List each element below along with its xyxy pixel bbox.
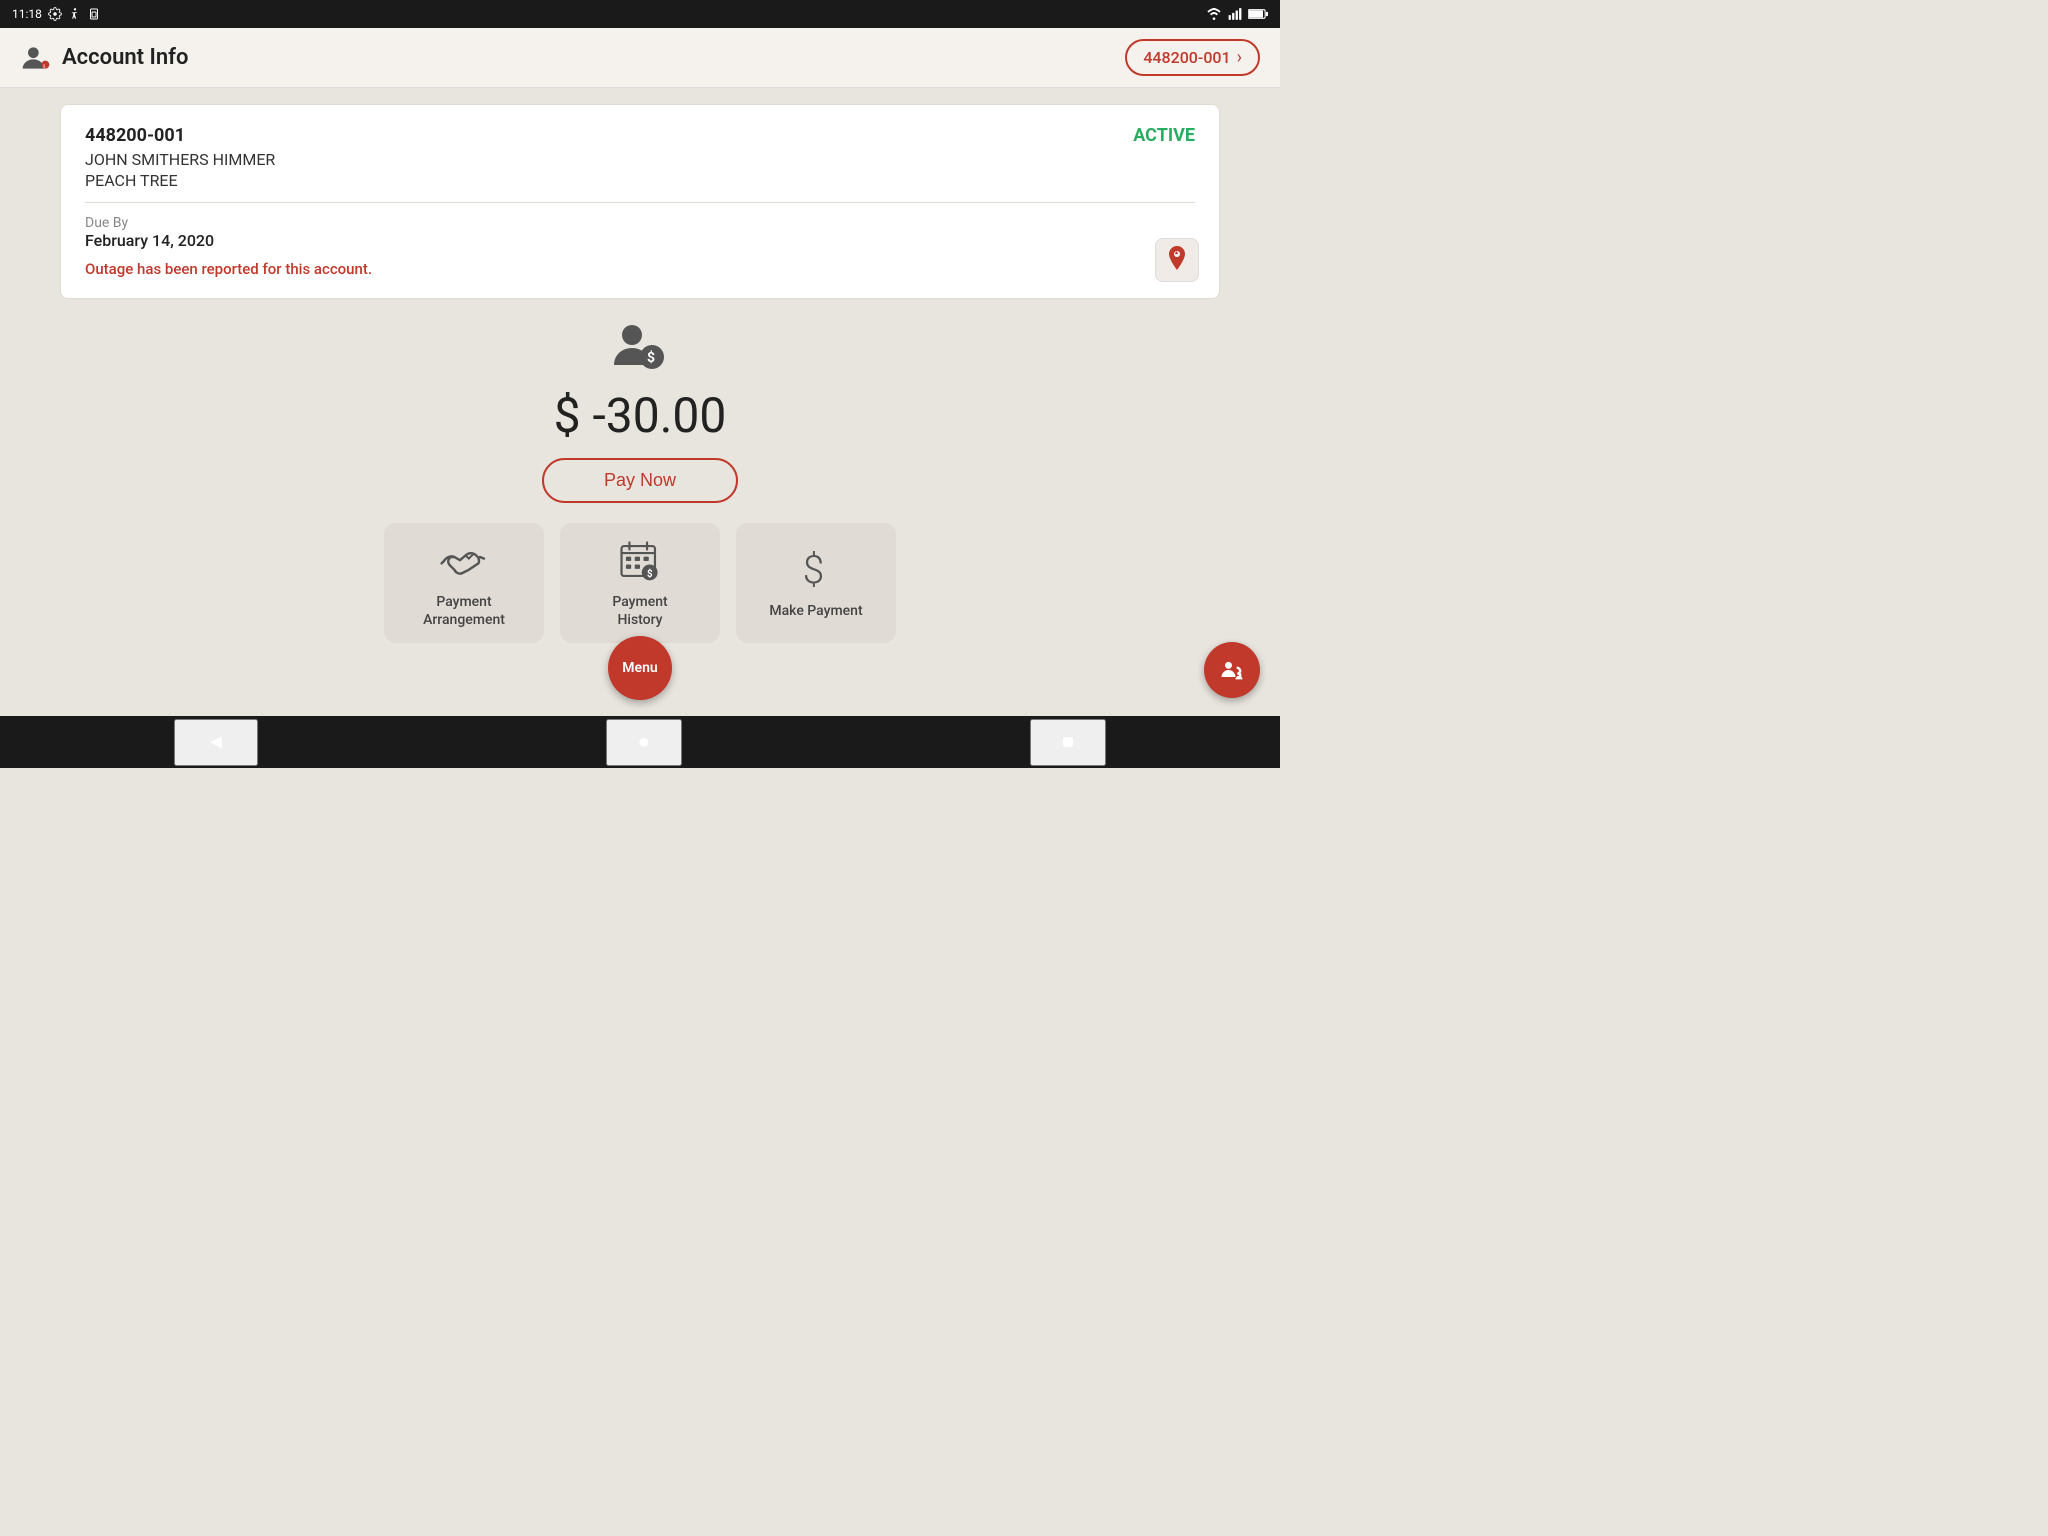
status-bar-left: 11:18 xyxy=(12,7,100,21)
menu-fab-label: Menu xyxy=(622,660,657,676)
android-nav-bar: ◄ ● ■ xyxy=(0,716,1280,768)
nav-recent-button[interactable]: ■ xyxy=(1030,719,1106,766)
payment-history-label: PaymentHistory xyxy=(612,593,667,629)
balance-amount: $ -30.00 xyxy=(554,387,727,444)
status-bar: 11:18 xyxy=(0,0,1280,28)
wifi-icon xyxy=(1206,8,1222,20)
main-content: 448200-001 ACTIVE JOHN SMITHERS HIMMER P… xyxy=(0,88,1280,716)
handshake-icon xyxy=(440,537,488,585)
make-payment-label: Make Payment xyxy=(769,602,862,620)
payment-arrangement-button[interactable]: PaymentArrangement xyxy=(384,523,544,643)
outage-message: Outage has been reported for this accoun… xyxy=(85,260,1195,278)
chevron-right-icon: › xyxy=(1237,47,1242,68)
outage-location-button[interactable] xyxy=(1155,238,1199,282)
nav-back-button[interactable]: ◄ xyxy=(174,719,258,766)
account-status: ACTIVE xyxy=(1133,125,1195,146)
contact-fab-button[interactable] xyxy=(1204,642,1260,698)
dollar-sign-icon: $ xyxy=(792,546,840,594)
sim-icon xyxy=(88,7,100,21)
outage-pin-icon xyxy=(1165,246,1189,274)
due-by-label: Due By xyxy=(85,215,1195,231)
nav-home-button[interactable]: ● xyxy=(606,719,682,766)
account-location: PEACH TREE xyxy=(85,171,1195,190)
account-icon: i xyxy=(20,42,52,74)
accessibility-icon xyxy=(68,7,82,21)
app-bar-left: i Account Info xyxy=(20,42,188,74)
balance-section: $ $ -30.00 Pay Now xyxy=(60,319,1220,503)
calendar-dollar-icon: $ xyxy=(616,537,664,585)
menu-fab-button[interactable]: Menu xyxy=(608,636,672,700)
account-number: 448200-001 xyxy=(85,125,185,146)
account-card-header: 448200-001 ACTIVE xyxy=(85,125,1195,146)
action-row: PaymentArrangement $ Payme xyxy=(60,523,1220,643)
account-name: JOHN SMITHERS HIMMER xyxy=(85,150,1195,169)
svg-text:$: $ xyxy=(803,548,824,592)
page-title: Account Info xyxy=(62,45,188,70)
svg-text:$: $ xyxy=(647,569,653,580)
contacts-icon xyxy=(1218,656,1246,684)
balance-icon: $ xyxy=(610,319,670,379)
payment-history-button[interactable]: $ PaymentHistory xyxy=(560,523,720,643)
pay-now-button[interactable]: Pay Now xyxy=(542,458,738,503)
settings-icon xyxy=(48,7,62,21)
svg-text:$: $ xyxy=(647,349,655,366)
card-divider xyxy=(85,202,1195,203)
account-badge-button[interactable]: 448200-001 › xyxy=(1125,39,1260,76)
status-bar-right xyxy=(1206,7,1268,21)
due-by-date: February 14, 2020 xyxy=(85,231,1195,250)
make-payment-button[interactable]: $ Make Payment xyxy=(736,523,896,643)
payment-arrangement-label: PaymentArrangement xyxy=(423,593,505,629)
signal-icon xyxy=(1228,7,1242,21)
account-card: 448200-001 ACTIVE JOHN SMITHERS HIMMER P… xyxy=(60,104,1220,299)
app-bar: i Account Info 448200-001 › xyxy=(0,28,1280,88)
account-badge-number: 448200-001 xyxy=(1143,48,1230,67)
battery-icon xyxy=(1248,8,1268,20)
time-display: 11:18 xyxy=(12,7,42,21)
